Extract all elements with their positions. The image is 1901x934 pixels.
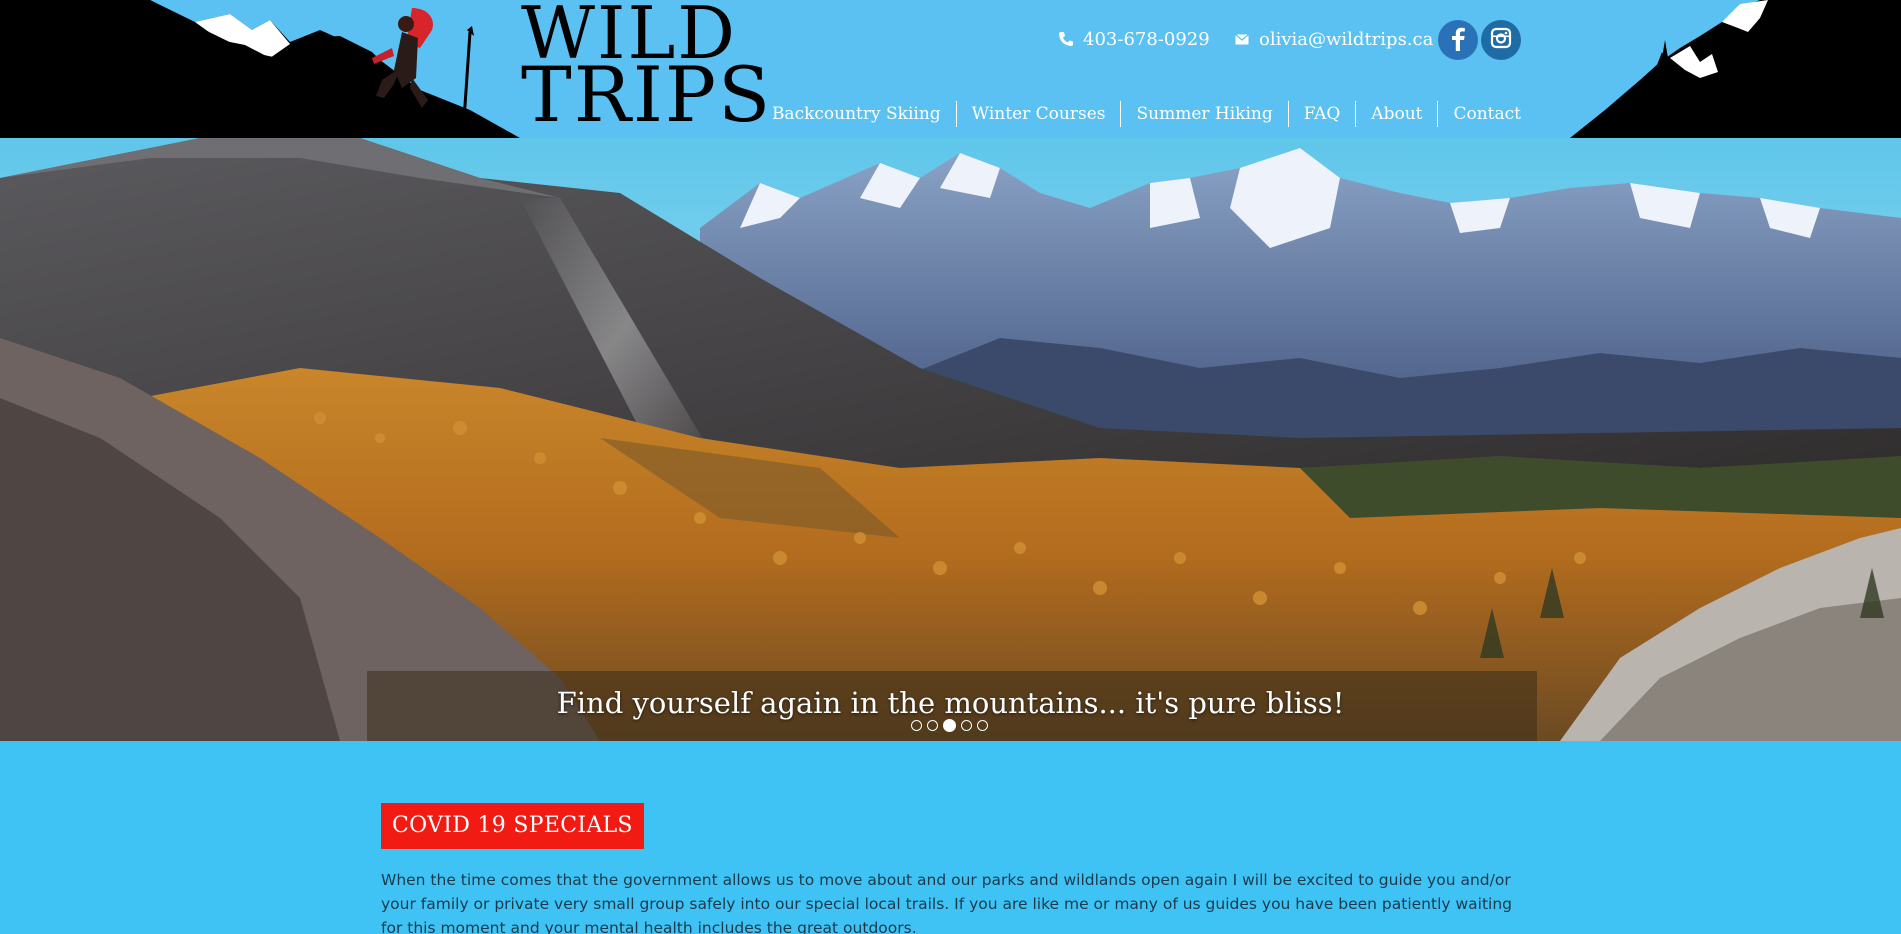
- email-address: olivia@wildtrips.ca: [1259, 28, 1434, 50]
- instagram-link[interactable]: [1481, 20, 1521, 60]
- facebook-icon: [1447, 25, 1469, 55]
- phone-icon: [1058, 31, 1074, 47]
- nav-summer-hiking[interactable]: Summer Hiking: [1120, 101, 1287, 127]
- nav-faq[interactable]: FAQ: [1287, 101, 1356, 127]
- envelope-icon: [1234, 31, 1250, 47]
- slide-caption: Find yourself again in the mountains... …: [556, 686, 1345, 720]
- nav-winter-courses[interactable]: Winter Courses: [955, 101, 1121, 127]
- facebook-link[interactable]: [1438, 20, 1478, 60]
- intro-paragraph: When the time comes that the government …: [381, 871, 1513, 934]
- site-logo[interactable]: WILD TRIPS: [521, 0, 773, 138]
- nav-contact[interactable]: Contact: [1437, 101, 1521, 127]
- slide-dot-5[interactable]: [977, 720, 988, 731]
- nav-about[interactable]: About: [1355, 101, 1437, 127]
- email-link[interactable]: olivia@wildtrips.ca: [1234, 26, 1433, 52]
- hero-mountain-photo: [0, 138, 1901, 741]
- phone-number: 403-678-0929: [1083, 28, 1210, 50]
- instagram-icon: [1490, 27, 1512, 53]
- nav-backcountry-skiing[interactable]: Backcountry Skiing: [757, 101, 956, 127]
- hero-slider[interactable]: Find yourself again in the mountains... …: [0, 138, 1901, 741]
- phone-link[interactable]: 403-678-0929: [1058, 26, 1210, 52]
- slide-dot-2[interactable]: [927, 720, 938, 731]
- slider-pagination: [911, 719, 988, 732]
- logo-line-2: TRIPS: [521, 50, 773, 138]
- main-content: COVID 19 SPECIALS When the time comes th…: [0, 741, 1901, 934]
- main-nav: Backcountry Skiing Winter Courses Summer…: [757, 101, 1521, 127]
- slide-dot-4[interactable]: [961, 720, 972, 731]
- slide-dot-3[interactable]: [943, 719, 956, 732]
- site-header: WILD TRIPS 403-678-0929 olivia@wildtrips…: [0, 0, 1901, 138]
- slide-dot-1[interactable]: [911, 720, 922, 731]
- covid-specials-heading: COVID 19 SPECIALS: [381, 803, 644, 849]
